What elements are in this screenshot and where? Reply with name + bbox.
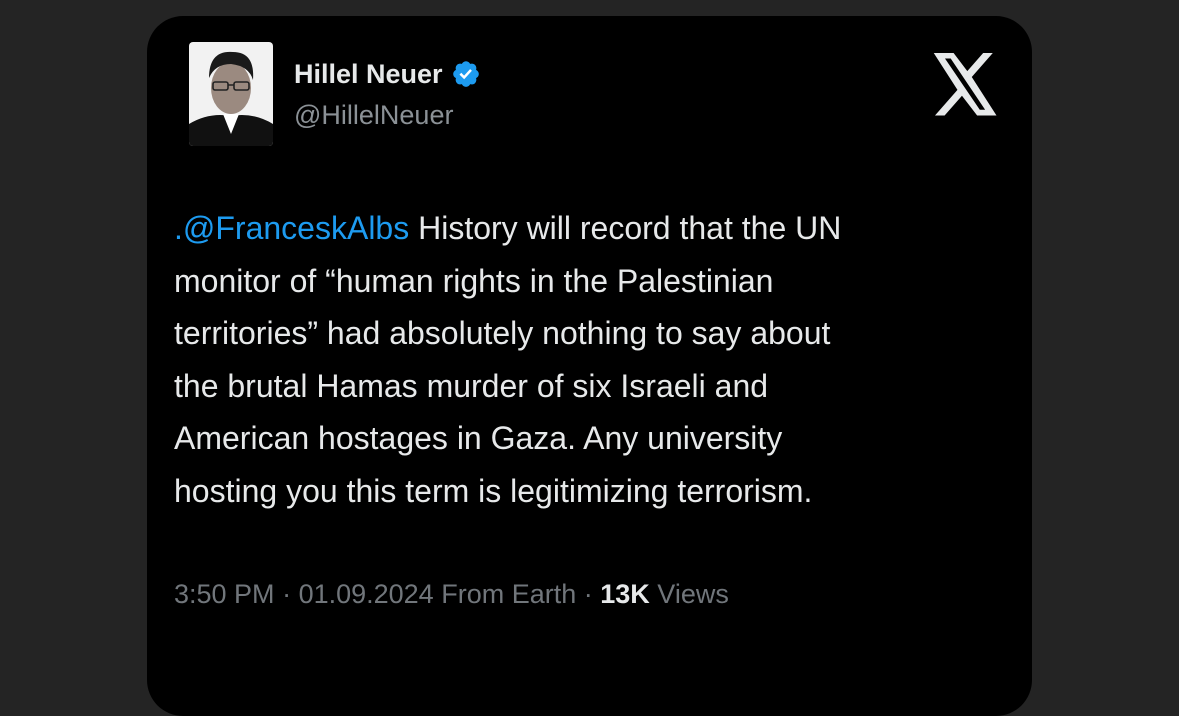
mention-link[interactable]: .@FranceskAlbs xyxy=(174,210,409,246)
author-name[interactable]: Hillel Neuer xyxy=(294,58,443,90)
x-logo-icon[interactable] xyxy=(930,53,1000,117)
avatar[interactable] xyxy=(189,42,273,146)
author-name-row: Hillel Neuer xyxy=(294,58,481,90)
tweet-date[interactable]: 01.09.2024 xyxy=(299,579,434,609)
separator: · xyxy=(274,579,299,609)
tweet-body: History will record that the UN monitor … xyxy=(174,210,842,509)
tweet-text: .@FranceskAlbs History will record that … xyxy=(174,202,1004,517)
views-count[interactable]: 13K xyxy=(600,579,650,609)
avatar-image xyxy=(189,42,273,146)
views-label: Views xyxy=(657,579,729,609)
verified-badge-icon xyxy=(451,59,481,89)
tweet-meta: 3:50 PM · 01.09.2024 From Earth · 13K Vi… xyxy=(174,576,729,612)
tweet-source: From Earth xyxy=(441,579,577,609)
author-handle[interactable]: @HillelNeuer xyxy=(294,98,453,132)
tweet-time[interactable]: 3:50 PM xyxy=(174,579,275,609)
separator: · xyxy=(576,579,601,609)
